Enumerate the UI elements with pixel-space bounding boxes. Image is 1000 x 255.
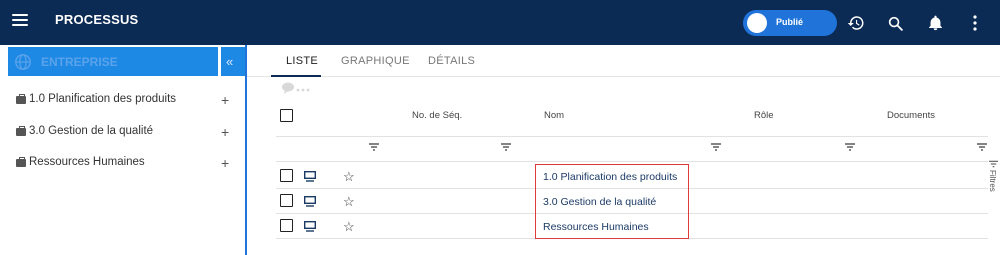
view-tabs: LISTE GRAPHIQUE DÉTAILS: [247, 45, 1000, 77]
column-header-seq[interactable]: No. de Séq.: [412, 110, 462, 121]
filter-icon: [989, 160, 998, 168]
row-checkbox[interactable]: [280, 194, 293, 207]
sidebar-item-planification[interactable]: 1.0 Planification des produits +: [16, 92, 236, 110]
publish-label: Publié: [776, 17, 804, 27]
sidebar-title: ENTREPRISE: [41, 55, 118, 69]
divider: [276, 161, 988, 162]
tab-details[interactable]: DÉTAILS: [428, 55, 475, 67]
sidebar-item-gestion-qualite[interactable]: 3.0 Gestion de la qualité +: [16, 124, 236, 142]
monitor-icon[interactable]: [304, 221, 316, 232]
briefcase-icon: [16, 126, 26, 136]
filter-icon[interactable]: [711, 143, 721, 151]
tab-liste[interactable]: LISTE: [286, 55, 318, 67]
bell-icon[interactable]: [924, 12, 946, 34]
highlight-box: [535, 164, 689, 239]
comment-icon[interactable]: [282, 82, 312, 94]
select-all-checkbox[interactable]: [280, 109, 293, 122]
filters-side-tab[interactable]: Filtres: [987, 160, 1000, 200]
briefcase-icon: [16, 157, 26, 167]
globe-icon: [15, 54, 31, 70]
row-checkbox[interactable]: [280, 169, 293, 182]
filters-label: Filtres: [988, 170, 997, 192]
history-icon[interactable]: [845, 12, 867, 34]
briefcase-icon: [16, 94, 26, 104]
filter-icon[interactable]: [501, 143, 511, 151]
monitor-icon[interactable]: [304, 171, 316, 182]
sidebar-item-label: 1.0 Planification des produits: [29, 93, 177, 105]
monitor-icon[interactable]: [304, 196, 316, 207]
sidebar-item-label: 3.0 Gestion de la qualité: [29, 125, 154, 137]
double-chevron-left-icon: «: [226, 54, 234, 69]
sidebar: ENTREPRISE « 1.0 Planification des produ…: [0, 45, 247, 255]
sidebar-item-ressources-humaines[interactable]: Ressources Humaines +: [16, 155, 236, 173]
filter-icon[interactable]: [977, 143, 987, 151]
search-icon[interactable]: [884, 12, 906, 34]
expand-plus-icon[interactable]: +: [221, 155, 229, 171]
divider: [276, 136, 988, 137]
star-icon[interactable]: ☆: [343, 195, 355, 208]
expand-plus-icon[interactable]: +: [221, 92, 229, 108]
tab-graphique[interactable]: GRAPHIQUE: [341, 55, 410, 67]
row-checkbox[interactable]: [280, 219, 293, 232]
column-header-name[interactable]: Nom: [544, 110, 564, 121]
star-icon[interactable]: ☆: [343, 170, 355, 183]
publish-toggle[interactable]: Publié: [743, 10, 837, 36]
star-icon[interactable]: ☆: [343, 220, 355, 233]
app-title: PROCESSUS: [55, 12, 139, 27]
expand-plus-icon[interactable]: +: [221, 124, 229, 140]
filter-icon[interactable]: [369, 143, 379, 151]
toggle-knob: [747, 13, 767, 33]
top-app-bar: PROCESSUS Publié: [0, 0, 1000, 45]
column-header-documents[interactable]: Documents: [887, 110, 935, 121]
active-tab-indicator: [271, 75, 321, 77]
menu-icon[interactable]: [12, 14, 28, 27]
column-header-role[interactable]: Rôle: [754, 110, 774, 121]
collapse-sidebar-button[interactable]: «: [221, 47, 245, 76]
filter-icon[interactable]: [845, 143, 855, 151]
sidebar-item-label: Ressources Humaines: [29, 156, 145, 168]
sidebar-header[interactable]: ENTREPRISE: [8, 47, 218, 76]
more-vert-icon[interactable]: [964, 12, 986, 34]
